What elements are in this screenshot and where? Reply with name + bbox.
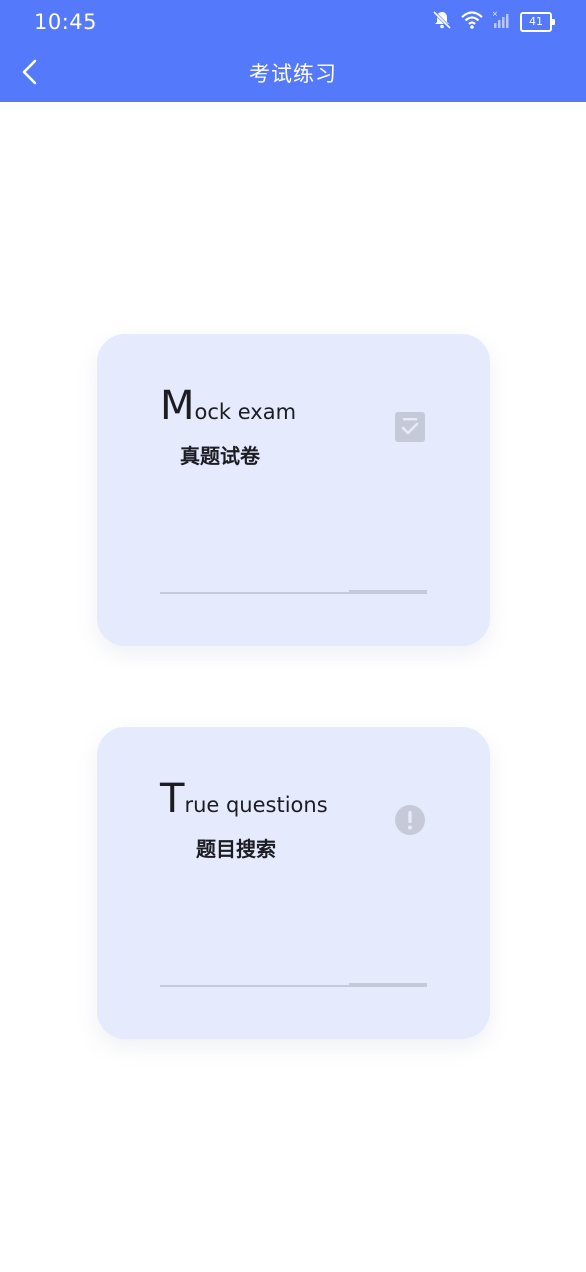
card-english-initial: M — [160, 383, 195, 429]
mock-exam-card[interactable]: Mock exam 真题试卷 — [97, 334, 490, 646]
signal-icon: × — [492, 10, 512, 34]
svg-text:×: × — [492, 10, 498, 18]
card-english-initial: T — [160, 776, 185, 822]
card-divider-accent — [349, 590, 427, 594]
battery-icon: 41 — [520, 12, 555, 32]
exclamation-circle-icon — [394, 804, 426, 836]
wifi-icon — [460, 10, 484, 34]
card-chinese-title: 题目搜索 — [196, 837, 276, 861]
page-title: 考试练习 — [249, 62, 337, 86]
card-english-rest: ock exam — [194, 400, 297, 424]
card-english-rest: rue questions — [184, 793, 328, 817]
true-questions-card[interactable]: True questions 题目搜索 — [97, 727, 490, 1039]
exam-paper-check-icon — [394, 411, 426, 443]
status-time: 10:45 — [34, 10, 98, 34]
status-icons: × 41 — [432, 10, 555, 34]
card-english-title: Mock exam — [160, 384, 296, 434]
top-app-bar: 10:45 × 41 考试练习 — [0, 0, 586, 102]
card-english-title: True questions — [160, 777, 328, 827]
card-divider-accent — [349, 983, 427, 987]
bell-off-icon — [432, 10, 452, 34]
card-chinese-title: 真题试卷 — [180, 444, 260, 468]
